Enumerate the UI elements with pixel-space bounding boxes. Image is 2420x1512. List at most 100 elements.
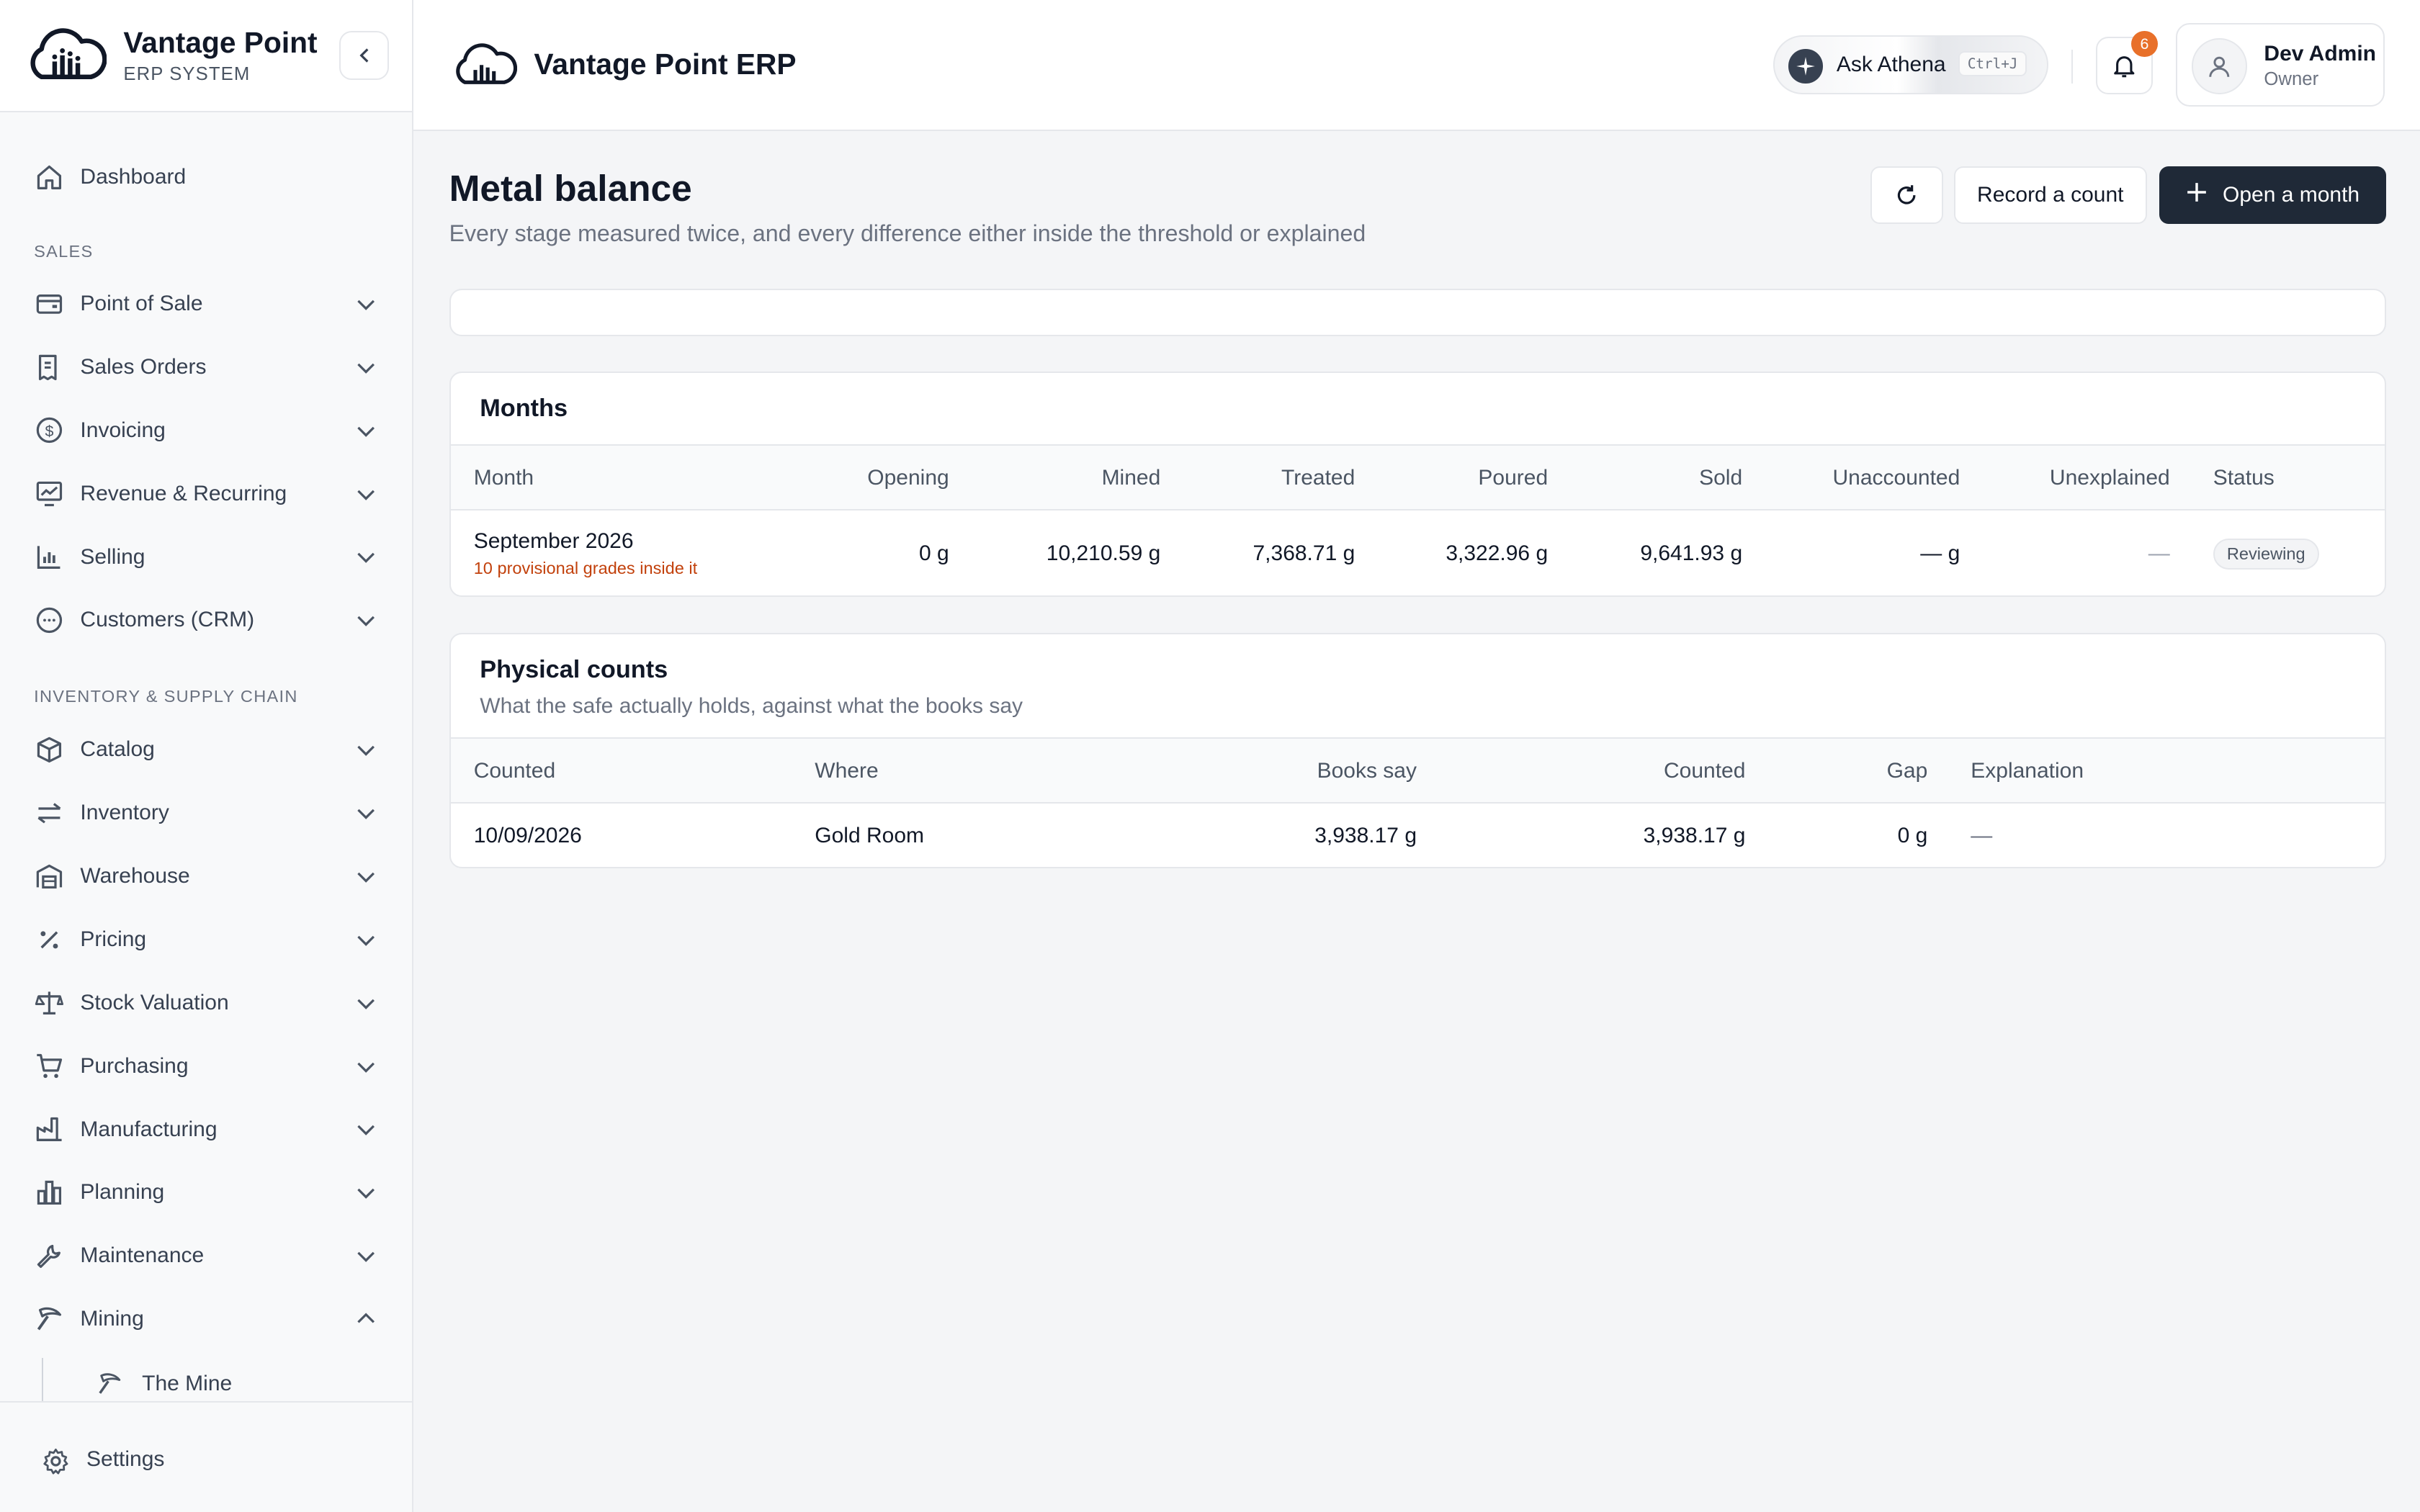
sidebar-item-sales-orders[interactable]: Sales Orders xyxy=(0,339,412,395)
column-header: Mined xyxy=(1101,465,1161,490)
pickaxe-icon xyxy=(99,1373,121,1394)
sidebar-item-label: Mining xyxy=(80,1307,144,1331)
brand-name: Vantage Point xyxy=(123,26,318,59)
table-row[interactable]: 10/09/2026 Gold Room 3,938.17 g 3,938.17… xyxy=(451,804,2385,867)
cloud-logo-icon xyxy=(455,42,517,84)
chevron-down-icon xyxy=(357,1062,375,1073)
column-header: Status xyxy=(2213,465,2275,490)
pickaxe-icon xyxy=(37,1307,62,1331)
collapse-sidebar-button[interactable] xyxy=(339,30,389,81)
books-say-cell: 3,938.17 g xyxy=(1314,824,1417,848)
sidebar-item-point-of-sale[interactable]: Point of Sale xyxy=(0,276,412,332)
arrows-icon xyxy=(37,803,61,824)
svg-text:$: $ xyxy=(45,423,54,440)
month-cell[interactable]: September 2026 xyxy=(474,529,634,554)
bell-icon xyxy=(2114,55,2135,78)
sidebar-item-pricing[interactable]: Pricing xyxy=(0,912,412,967)
user-name: Dev Admin xyxy=(2264,41,2377,66)
column-header: Books say xyxy=(1317,758,1417,783)
column-header: Gap xyxy=(1886,758,1928,783)
user-icon xyxy=(2209,56,2230,77)
sidebar-item-label: Point of Sale xyxy=(80,292,203,316)
sidebar-item-maintenance[interactable]: Maintenance xyxy=(0,1228,412,1284)
top-header: Vantage Point ERP Ask Athena Ctrl+J 6 De… xyxy=(413,0,2420,132)
ask-athena-button[interactable]: Ask Athena Ctrl+J xyxy=(1773,35,2048,94)
count-date-cell: 10/09/2026 xyxy=(473,824,582,848)
table-row[interactable]: September 2026 10 provisional grades ins… xyxy=(451,510,2385,595)
unaccounted-cell: — g xyxy=(1920,541,1960,565)
refresh-button[interactable] xyxy=(1870,166,1943,224)
column-header: Month xyxy=(473,465,534,490)
sidebar-item-stock-valuation[interactable]: Stock Valuation xyxy=(0,975,412,1030)
sidebar-subitem-the-mine[interactable]: The Mine xyxy=(0,1357,412,1401)
sold-cell: 9,641.93 g xyxy=(1640,541,1743,565)
gap-cell: 0 g xyxy=(1897,824,1928,848)
column-header: Sold xyxy=(1699,465,1743,490)
wrench-icon xyxy=(37,1244,61,1268)
wallet-icon xyxy=(36,294,63,314)
sidebar-item-planning[interactable]: Planning xyxy=(0,1165,412,1220)
sidebar-item-label: Planning xyxy=(80,1180,165,1205)
column-header: Unexplained xyxy=(2049,465,2170,490)
column-header: Unaccounted xyxy=(1832,465,1960,490)
plus-icon xyxy=(2186,181,2208,209)
sidebar-item-dashboard[interactable]: Dashboard xyxy=(0,150,412,205)
chevron-down-icon xyxy=(357,363,375,374)
sidebar-item-label: Maintenance xyxy=(80,1243,205,1268)
unexplained-cell: — xyxy=(2148,541,2170,565)
user-menu[interactable]: Dev Admin Owner xyxy=(2176,23,2385,107)
bars-icon xyxy=(37,1180,62,1205)
explanation-cell: — xyxy=(1971,824,1993,848)
section-label-inventory: INVENTORY & SUPPLY CHAIN xyxy=(34,686,298,706)
months-title: Months xyxy=(480,395,568,423)
section-label-sales: SALES xyxy=(34,242,94,261)
open-month-button[interactable]: Open a month xyxy=(2159,166,2386,224)
poured-cell: 3,322.96 g xyxy=(1446,541,1549,565)
sidebar-item-label: Catalog xyxy=(80,737,155,762)
chevron-down-icon xyxy=(357,999,375,1009)
bar-chart-icon xyxy=(37,546,60,570)
filter-bar[interactable] xyxy=(449,288,2386,337)
sidebar-item-mining[interactable]: Mining xyxy=(0,1292,412,1347)
column-header: Opening xyxy=(867,465,949,490)
scale-icon xyxy=(35,991,64,1015)
gear-icon xyxy=(43,1448,68,1475)
sidebar-item-catalog[interactable]: Catalog xyxy=(0,722,412,778)
sidebar-item-selling[interactable]: Selling xyxy=(0,529,412,585)
sidebar-item-invoicing[interactable]: $ Invoicing xyxy=(0,402,412,458)
sidebar-item-customers-crm[interactable]: Customers (CRM) xyxy=(0,593,412,648)
chevron-up-icon xyxy=(357,1313,375,1323)
sidebar-item-label: Pricing xyxy=(80,927,147,951)
counts-title: Physical counts xyxy=(480,655,668,683)
status-badge: Reviewing xyxy=(2213,538,2319,570)
sidebar-item-purchasing[interactable]: Purchasing xyxy=(0,1038,412,1094)
sidebar-item-label: Stock Valuation xyxy=(80,990,229,1014)
settings-link[interactable]: Settings xyxy=(0,1403,413,1512)
submenu-line xyxy=(41,1357,43,1401)
sidebar-nav: Dashboard SALES Point of Sale Sales Orde… xyxy=(0,112,412,1401)
treated-cell: 7,368.71 g xyxy=(1252,541,1355,565)
sidebar-item-label: Purchasing xyxy=(80,1053,189,1078)
chevron-down-icon xyxy=(357,1188,375,1200)
home-icon xyxy=(37,165,62,190)
sidebar-item-warehouse[interactable]: Warehouse xyxy=(0,849,412,904)
column-header: Where xyxy=(815,758,879,783)
physical-counts-card: Physical counts What the safe actually h… xyxy=(449,632,2386,869)
notification-count-badge: 6 xyxy=(2131,30,2158,58)
record-count-button[interactable]: Record a count xyxy=(1953,166,2147,224)
chat-icon xyxy=(36,607,63,634)
warehouse-icon xyxy=(36,864,63,888)
page-title: Metal balance xyxy=(449,167,692,210)
sidebar-item-label: Warehouse xyxy=(80,864,190,888)
mined-cell: 10,210.59 g xyxy=(1046,541,1161,565)
sidebar-item-manufacturing[interactable]: Manufacturing xyxy=(0,1102,412,1157)
sidebar-item-revenue-recurring[interactable]: Revenue & Recurring xyxy=(0,466,412,521)
cart-icon xyxy=(37,1054,63,1079)
brand-subtitle: ERP SYSTEM xyxy=(123,64,251,85)
chevron-down-icon xyxy=(357,616,375,627)
sidebar-item-label: Dashboard xyxy=(80,165,187,189)
page-subtitle: Every stage measured twice, and every di… xyxy=(449,220,1366,247)
refresh-icon xyxy=(1898,185,1916,204)
user-role: Owner xyxy=(2264,69,2319,90)
sidebar-item-inventory[interactable]: Inventory xyxy=(0,786,412,841)
